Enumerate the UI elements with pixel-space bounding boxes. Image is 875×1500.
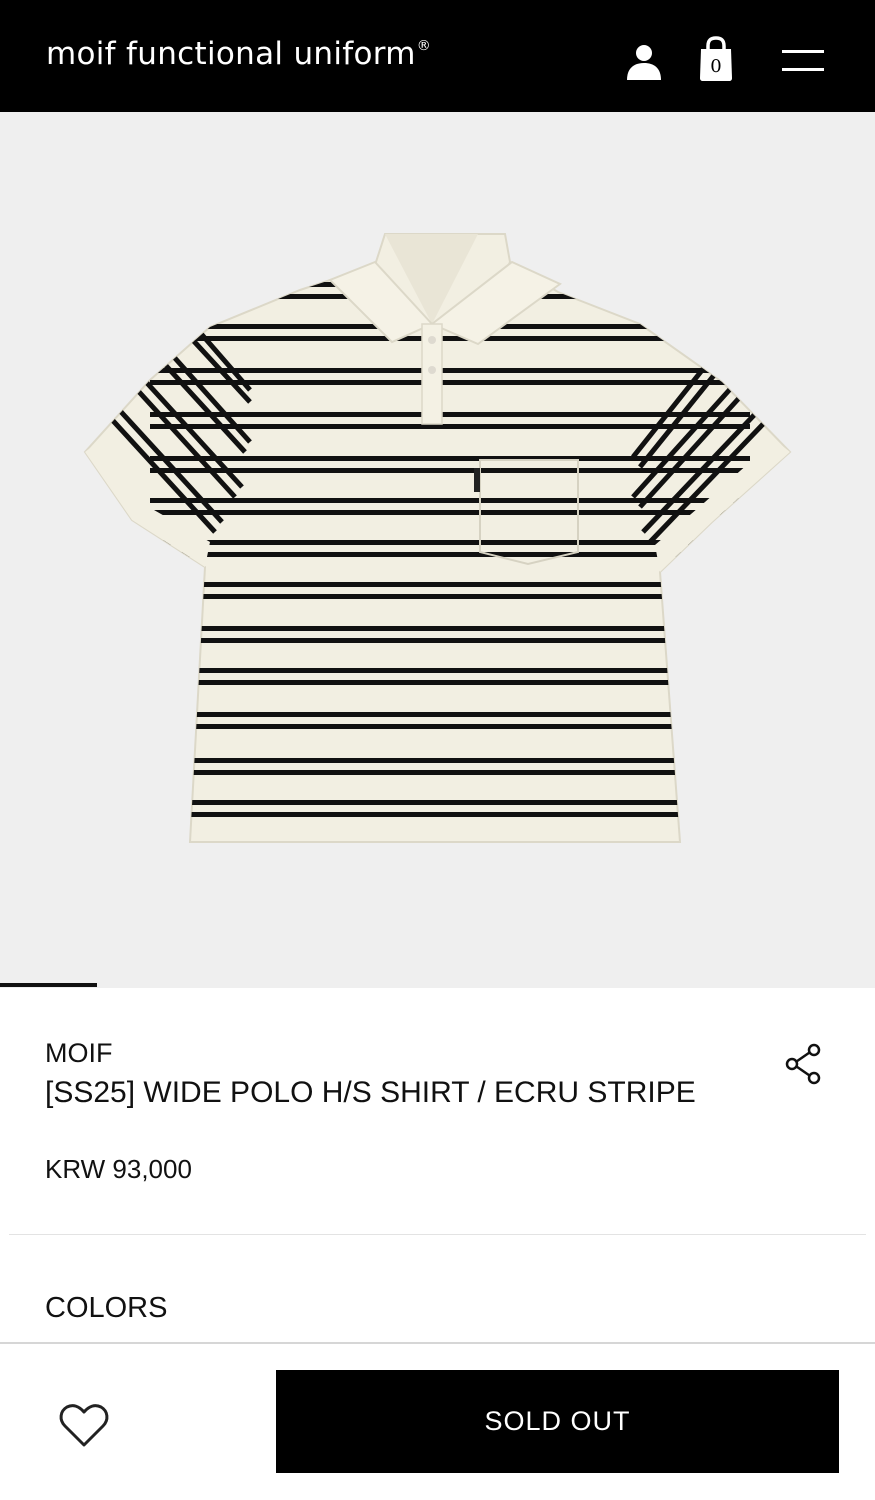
- cart-count-badge: 0: [710, 56, 722, 77]
- gallery-progress-indicator: [0, 983, 97, 987]
- share-icon[interactable]: [780, 1040, 828, 1088]
- brand-logo[interactable]: moif functional uniform®: [46, 36, 431, 72]
- product-price: KRW 93,000: [45, 1154, 192, 1184]
- user-icon[interactable]: [624, 42, 664, 82]
- colors-label: COLORS: [45, 1292, 168, 1324]
- product-photo: [83, 233, 792, 843]
- product-title: [SS25] WIDE POLO H/S SHIRT / ECRU STRIPE: [45, 1076, 696, 1109]
- product-image-gallery[interactable]: [0, 112, 875, 988]
- shopping-bag-icon[interactable]: 0: [696, 36, 736, 82]
- product-brand[interactable]: MOIF: [45, 1038, 113, 1069]
- heart-icon[interactable]: [58, 1402, 110, 1450]
- registered-mark: ®: [416, 38, 432, 54]
- bottom-action-bar: SOLD OUT: [0, 1342, 875, 1500]
- logo-text: moif functional uniform: [46, 36, 416, 72]
- sold-out-button[interactable]: SOLD OUT: [276, 1370, 839, 1473]
- site-header: moif functional uniform® 0: [0, 0, 875, 112]
- hamburger-menu-icon[interactable]: [782, 48, 824, 74]
- divider: [9, 1234, 866, 1235]
